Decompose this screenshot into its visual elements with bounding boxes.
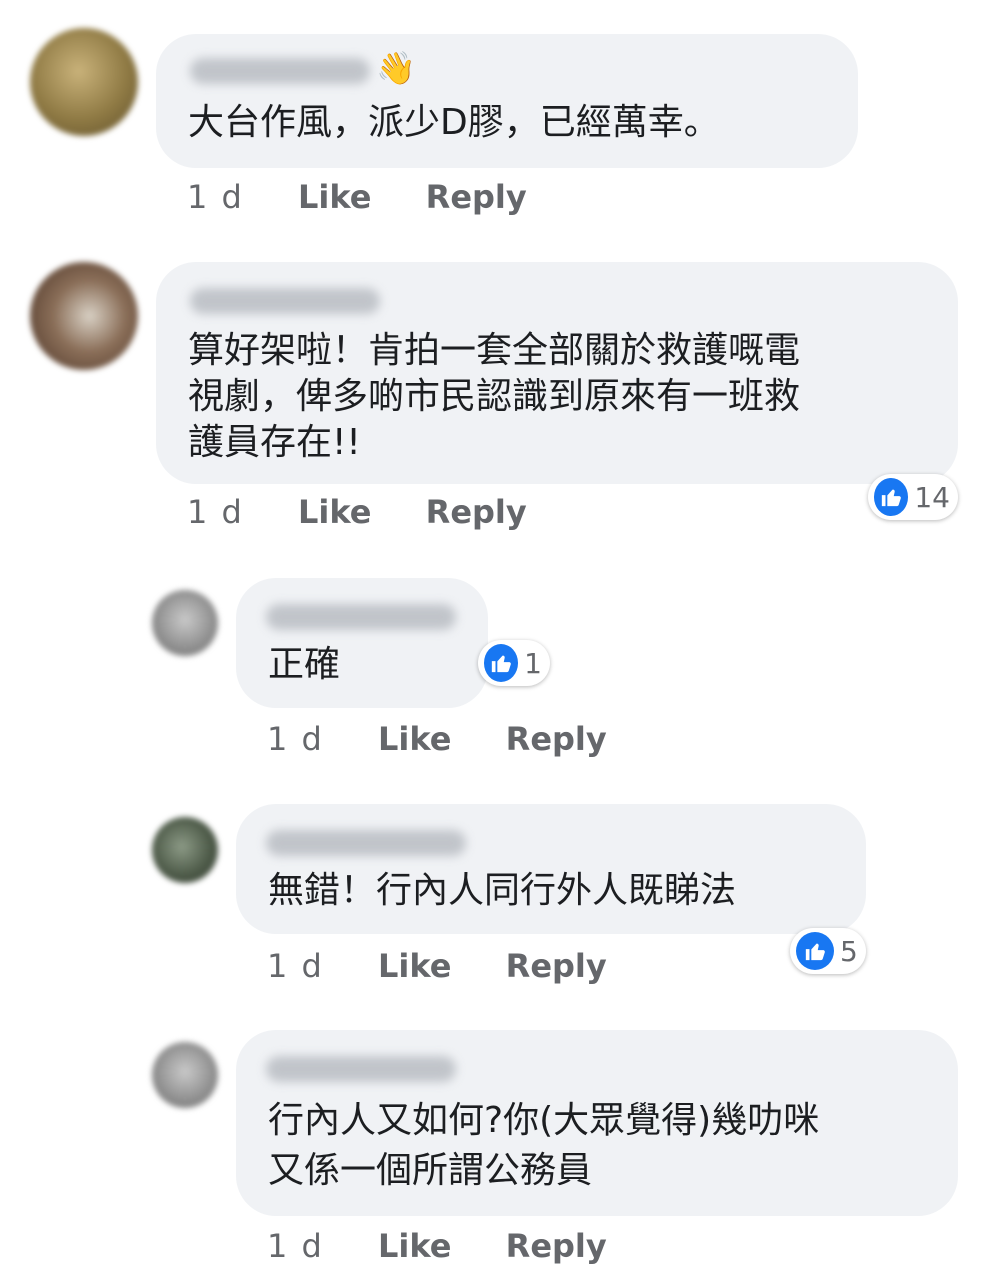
reply-link[interactable]: Reply — [506, 720, 607, 758]
commenter-avatar[interactable] — [30, 262, 138, 370]
comment-actions: 1 d Like Reply — [187, 177, 527, 217]
reaction-badge[interactable]: 14 — [868, 474, 958, 520]
comment-text-line: 又係一個所謂公務員 — [268, 1150, 593, 1191]
comment-actions: 1 d Like Reply — [267, 946, 607, 986]
thumbs-up-icon — [874, 478, 909, 516]
reply-bubble: 無錯！行內人同行外人既睇法 — [236, 804, 866, 934]
reply-link[interactable]: Reply — [506, 947, 607, 985]
reply-link[interactable]: Reply — [426, 493, 527, 531]
comment-text: 正確 — [268, 644, 341, 685]
comment-timestamp[interactable]: 1 d — [267, 1227, 324, 1265]
comment-actions: 1 d Like Reply — [267, 719, 607, 759]
reply-bubble: 行內人又如何?你(大眾覺得)幾叻咪 又係一個所謂公務員 — [236, 1030, 958, 1216]
commenter-name-blurred[interactable] — [190, 58, 370, 84]
reply-avatar[interactable] — [152, 817, 218, 883]
reply-link[interactable]: Reply — [426, 178, 527, 216]
comment-text-line: 行內人又如何?你(大眾覺得)幾叻咪 — [268, 1100, 820, 1141]
like-link[interactable]: Like — [298, 493, 371, 531]
comment-actions: 1 d Like Reply — [187, 492, 527, 532]
comment-timestamp[interactable]: 1 d — [267, 947, 324, 985]
reaction-count: 14 — [914, 480, 950, 514]
commenter-name-blurred[interactable] — [190, 288, 380, 314]
commenter-name-blurred[interactable] — [266, 1056, 456, 1082]
reaction-count: 1 — [524, 646, 542, 680]
comment-text-line: 算好架啦！肯拍一套全部關於救護嘅電 — [188, 330, 801, 371]
thumbs-up-icon — [796, 932, 834, 970]
comment-bubble: 算好架啦！肯拍一套全部關於救護嘅電 視劇，俾多啲市民認識到原來有一班救 護員存在… — [156, 262, 958, 484]
comment-text: 無錯！行內人同行外人既睇法 — [268, 870, 737, 911]
commenter-name-blurred[interactable] — [266, 830, 466, 856]
reply-avatar[interactable] — [152, 590, 218, 656]
reaction-badge[interactable]: 1 — [478, 640, 550, 686]
reaction-badge[interactable]: 5 — [790, 928, 866, 974]
comment-bubble: 👋 大台作風，派少D膠，已經萬幸。 — [156, 34, 858, 168]
comment-actions: 1 d Like Reply — [267, 1226, 607, 1266]
reply-bubble: 正確 — [236, 578, 488, 708]
comment-text-line: 視劇，俾多啲市民認識到原來有一班救 — [188, 376, 801, 417]
waving-hand-icon: 👋 — [376, 49, 416, 87]
like-link[interactable]: Like — [378, 947, 451, 985]
like-link[interactable]: Like — [378, 1227, 451, 1265]
reply-link[interactable]: Reply — [506, 1227, 607, 1265]
like-link[interactable]: Like — [298, 178, 371, 216]
thumbs-up-icon — [484, 644, 519, 682]
comment-text-line: 護員存在!! — [188, 422, 361, 463]
reply-avatar[interactable] — [152, 1042, 218, 1108]
comment-text: 大台作風，派少D膠，已經萬幸。 — [188, 102, 720, 143]
comment-timestamp[interactable]: 1 d — [267, 720, 324, 758]
reaction-count: 5 — [840, 934, 858, 968]
comment-timestamp[interactable]: 1 d — [187, 178, 244, 216]
commenter-name-blurred[interactable] — [266, 604, 456, 630]
like-link[interactable]: Like — [378, 720, 451, 758]
commenter-avatar[interactable] — [30, 28, 138, 136]
comment-timestamp[interactable]: 1 d — [187, 493, 244, 531]
